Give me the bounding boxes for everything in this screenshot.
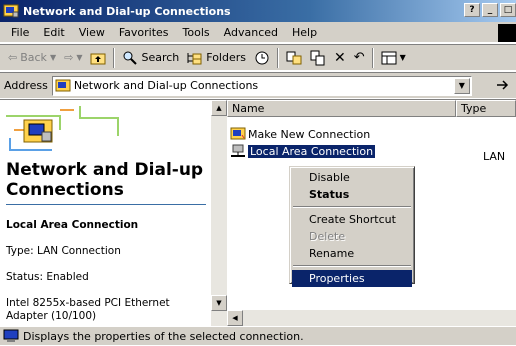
list-item-name: Make New Connection	[248, 127, 371, 141]
menu-item-create-shortcut[interactable]: Create Shortcut	[292, 211, 412, 228]
address-value: Network and Dial-up Connections	[73, 79, 259, 92]
menu-separator	[293, 206, 411, 208]
connection-type: Type: LAN Connection	[6, 245, 121, 257]
info-pane: Network and Dial-up Connections Local Ar…	[0, 100, 211, 327]
views-icon	[381, 50, 397, 66]
history-icon	[254, 50, 270, 66]
forward-button[interactable]: ⇨ ▼	[60, 47, 86, 69]
menu-item-status[interactable]: Status	[292, 186, 412, 203]
content-area: Network and Dial-up Connections Local Ar…	[0, 99, 516, 327]
toolbar-separator	[371, 47, 374, 68]
views-dropdown-icon[interactable]: ▼	[400, 53, 406, 62]
horizontal-scrollbar[interactable]: ◀	[227, 310, 516, 326]
forward-arrow-icon: ⇨	[64, 51, 74, 64]
list-item-type: LAN	[483, 150, 506, 163]
undo-button[interactable]: ↶	[350, 47, 369, 69]
menu-item-properties[interactable]: Properties	[292, 270, 412, 287]
menu-separator	[293, 265, 411, 267]
menu-favorites[interactable]: Favorites	[112, 23, 176, 41]
move-to-icon	[286, 50, 302, 66]
move-to-button[interactable]	[282, 47, 306, 69]
back-dropdown-icon[interactable]: ▼	[50, 53, 56, 62]
menu-item-rename[interactable]: Rename	[292, 245, 412, 262]
search-label: Search	[141, 51, 180, 64]
folders-label: Folders	[206, 51, 246, 64]
back-button[interactable]: ⇦ Back ▼	[4, 47, 60, 69]
up-folder-icon	[90, 50, 106, 66]
address-bar: Address Network and Dial-up Connections …	[0, 72, 516, 98]
copy-to-icon	[310, 50, 326, 66]
title-divider	[6, 204, 206, 205]
address-label: Address	[4, 79, 48, 92]
network-folder-icon	[22, 114, 54, 146]
menu-item-delete[interactable]: Delete	[292, 228, 412, 245]
up-folder-button[interactable]	[86, 47, 110, 69]
list-item[interactable]: Make New Connection	[230, 126, 370, 142]
search-icon	[122, 50, 138, 66]
status-bar: Displays the properties of the selected …	[0, 326, 516, 345]
column-header-type[interactable]: Type	[456, 100, 516, 117]
network-connections-icon	[3, 3, 19, 19]
menu-tools[interactable]: Tools	[176, 23, 217, 41]
views-button[interactable]: ▼	[377, 47, 410, 69]
toolbar: ⇦ Back ▼ ⇨ ▼ Search Folders ✕ ↶ ▼	[0, 44, 516, 71]
menu-bar: File Edit View Favorites Tools Advanced …	[0, 22, 516, 43]
undo-icon: ↶	[353, 50, 365, 65]
delete-button[interactable]: ✕	[330, 47, 350, 69]
window-title: Network and Dial-up Connections	[23, 4, 231, 18]
status-text: Displays the properties of the selected …	[23, 329, 304, 343]
selected-item-name: Local Area Connection	[6, 219, 139, 231]
menu-item-disable[interactable]: Disable	[292, 169, 412, 186]
adapter-description: Intel 8255x-based PCI Ethernet Adapter (…	[6, 297, 170, 322]
minimize-button[interactable]: _	[482, 3, 498, 17]
title-bar[interactable]: Network and Dial-up Connections ? _ □	[0, 0, 516, 22]
menu-advanced[interactable]: Advanced	[217, 23, 285, 41]
scroll-down-button[interactable]: ▼	[211, 295, 227, 311]
address-input[interactable]: Network and Dial-up Connections ▼	[51, 75, 472, 96]
back-arrow-icon: ⇦	[8, 51, 18, 64]
column-header-name[interactable]: Name	[227, 100, 456, 117]
copy-to-button[interactable]	[306, 47, 330, 69]
list-item-name: Local Area Connection	[248, 144, 376, 158]
context-menu: Disable Status Create Shortcut Delete Re…	[289, 166, 415, 287]
menu-help[interactable]: Help	[285, 23, 324, 41]
folders-button[interactable]: Folders	[183, 47, 250, 69]
page-title: Network and Dial-up Connections	[6, 160, 204, 200]
delete-icon: ✕	[334, 49, 346, 66]
windows-logo-icon	[498, 24, 516, 42]
menu-edit[interactable]: Edit	[36, 23, 71, 41]
scroll-left-button[interactable]: ◀	[227, 310, 243, 326]
lan-connection-icon	[230, 143, 246, 159]
vertical-scrollbar[interactable]: ▲ ▼	[211, 100, 227, 327]
network-connections-icon	[55, 78, 71, 94]
menu-file[interactable]: File	[4, 23, 36, 41]
address-dropdown-button[interactable]: ▼	[453, 77, 470, 94]
go-arrow-icon[interactable]	[494, 76, 512, 94]
maximize-button[interactable]: □	[500, 3, 516, 17]
toolbar-separator	[277, 47, 279, 68]
scroll-up-button[interactable]: ▲	[211, 100, 227, 116]
connection-status: Status: Enabled	[6, 271, 89, 283]
menu-view[interactable]: View	[72, 23, 112, 41]
computer-icon	[3, 329, 19, 343]
list-item[interactable]: Local Area Connection	[230, 143, 376, 159]
make-new-connection-icon	[230, 126, 246, 142]
search-button[interactable]: Search	[118, 47, 183, 69]
toolbar-separator	[113, 47, 116, 68]
forward-dropdown-icon[interactable]: ▼	[76, 53, 82, 62]
history-button[interactable]	[250, 47, 274, 69]
help-icon[interactable]: ?	[464, 3, 480, 17]
back-label: Back	[20, 51, 47, 64]
folders-icon	[187, 50, 203, 66]
